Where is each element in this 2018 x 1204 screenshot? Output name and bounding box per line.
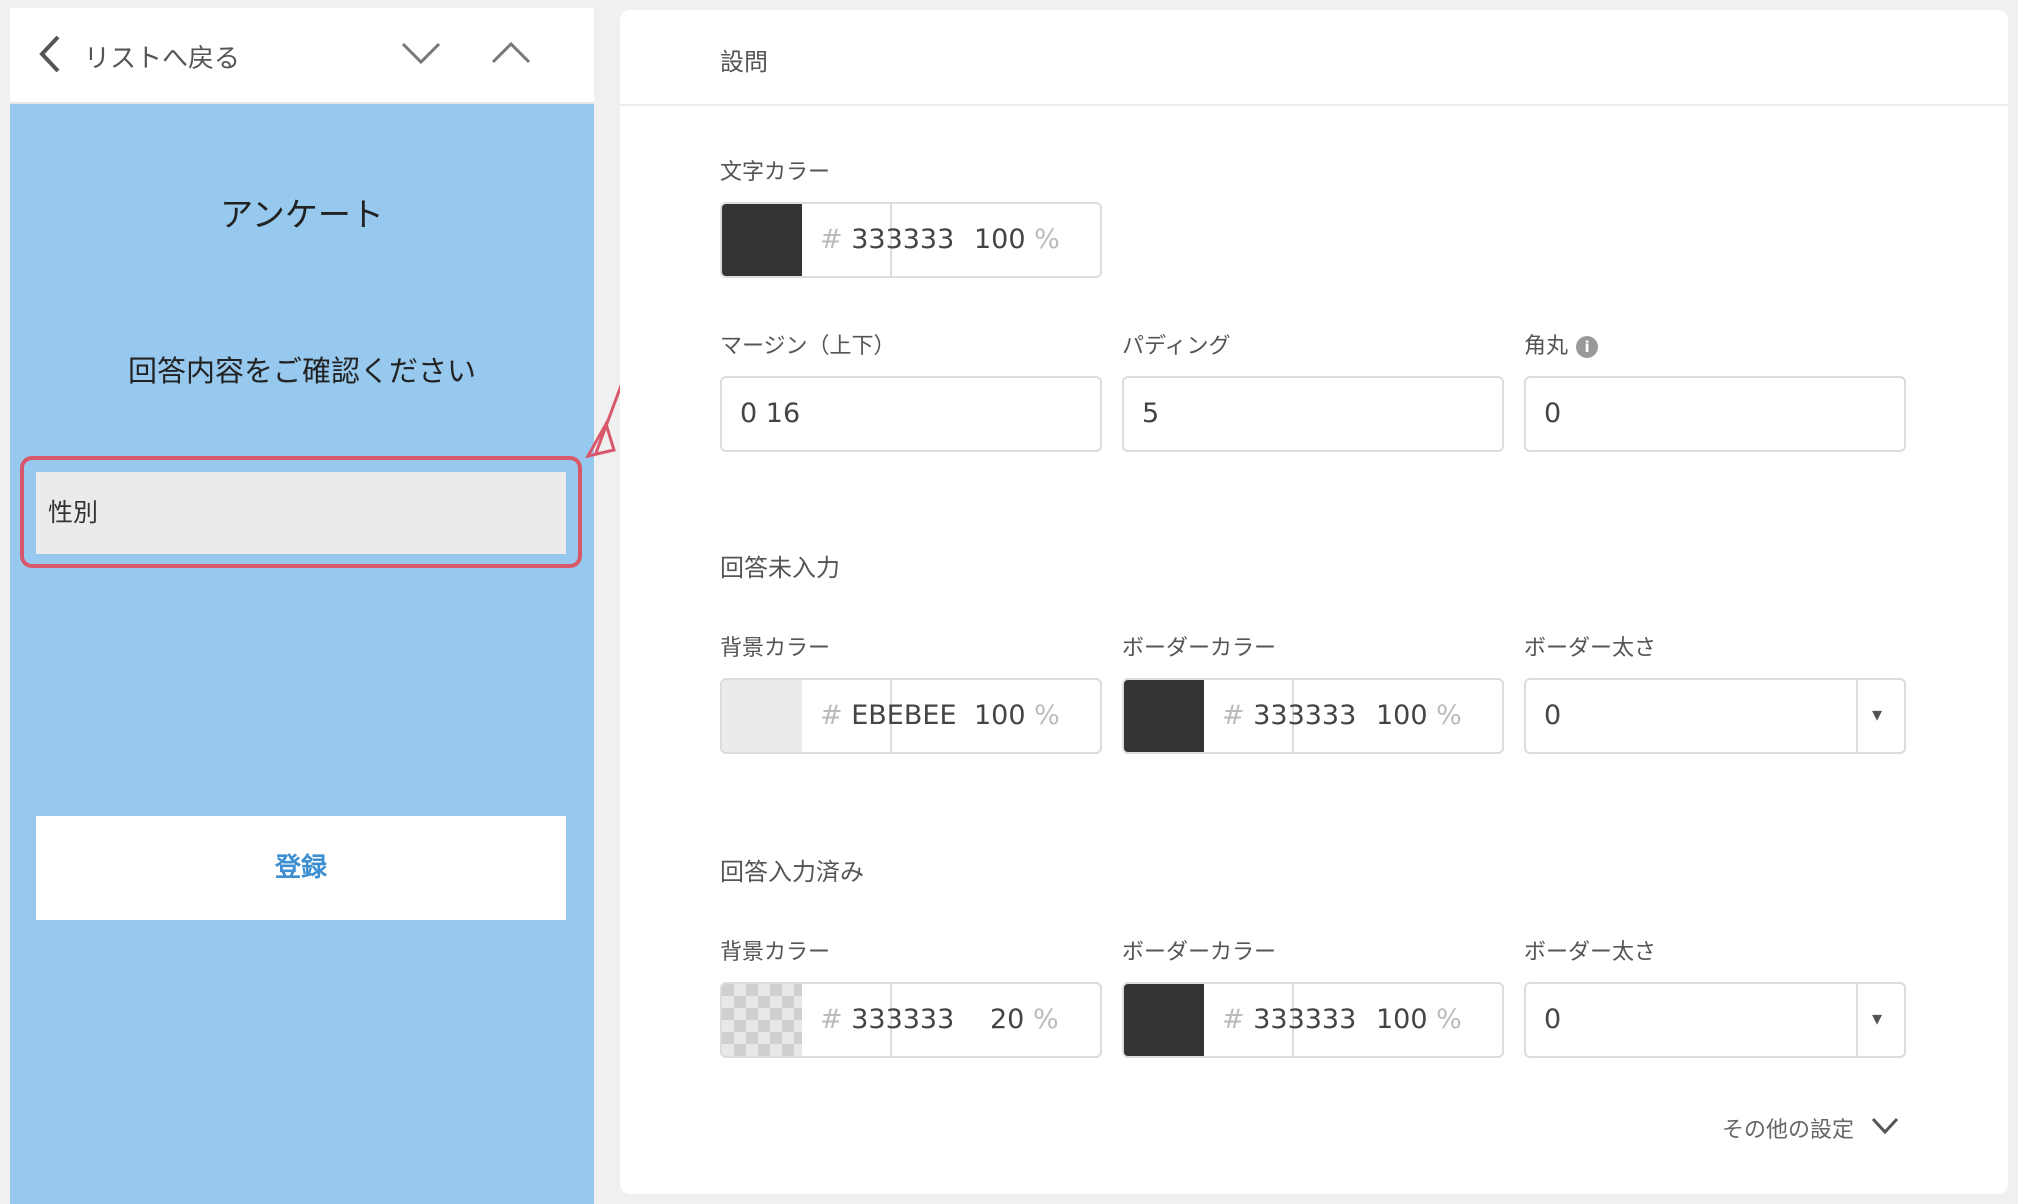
unanswered-border-hex[interactable]: # 333333: [1222, 700, 1356, 731]
answered-bg-hex[interactable]: # 333333: [820, 1004, 954, 1035]
unanswered-border-color-label: ボーダーカラー: [1122, 636, 1277, 661]
margin-input[interactable]: 0 16: [720, 376, 1102, 452]
answered-border-width-label: ボーダー太さ: [1524, 940, 1657, 965]
text-color-opacity[interactable]: 100 %: [974, 224, 1060, 255]
text-color-label: 文字カラー: [720, 160, 831, 185]
answered-border-opacity[interactable]: 100 %: [1376, 1004, 1462, 1035]
unanswered-bg-opacity[interactable]: 100 %: [974, 700, 1060, 731]
highlight-frame: [20, 456, 582, 568]
answered-bg-label: 背景カラー: [720, 940, 831, 965]
radius-value: 0: [1544, 398, 1562, 429]
radius-input[interactable]: 0: [1524, 376, 1906, 452]
divider: [1856, 680, 1858, 752]
register-button[interactable]: 登録: [36, 816, 566, 920]
back-to-list-link[interactable]: リストへ戻る: [84, 38, 240, 75]
answered-border-color-label: ボーダーカラー: [1122, 940, 1277, 965]
unanswered-border-color-picker[interactable]: # 333333 100 %: [1122, 678, 1504, 754]
margin-value: 0 16: [740, 398, 801, 429]
answered-border-swatch[interactable]: [1124, 984, 1204, 1056]
answered-border-hex[interactable]: # 333333: [1222, 1004, 1356, 1035]
text-color-hex[interactable]: # 333333: [820, 224, 954, 255]
other-settings-toggle[interactable]: その他の設定: [1722, 1112, 1854, 1144]
unanswered-border-swatch[interactable]: [1124, 680, 1204, 752]
margin-label: マージン（上下）: [720, 334, 896, 359]
chevron-up-icon[interactable]: [490, 40, 532, 66]
dropdown-arrow-icon[interactable]: ▾: [1872, 702, 1882, 726]
padding-label: パディング: [1122, 334, 1231, 359]
unanswered-bg-label: 背景カラー: [720, 636, 831, 661]
other-settings-label: その他の設定: [1722, 1118, 1855, 1143]
divider: [1856, 984, 1858, 1056]
text-color-picker[interactable]: # 333333 100 %: [720, 202, 1102, 278]
text-color-swatch[interactable]: [722, 204, 802, 276]
unanswered-bg-picker[interactable]: # EBEBEE 100 %: [720, 678, 1102, 754]
answered-bg-swatch[interactable]: [722, 984, 802, 1056]
confirm-message: 回答内容をご確認ください: [127, 354, 476, 388]
dropdown-arrow-icon[interactable]: ▾: [1872, 1006, 1882, 1030]
padding-input[interactable]: 5: [1122, 376, 1504, 452]
info-icon[interactable]: i: [1576, 336, 1599, 358]
unanswered-bg-swatch[interactable]: [722, 680, 802, 752]
unanswered-section-title: 回答未入力: [720, 554, 840, 582]
answered-section-title: 回答入力済み: [720, 858, 864, 886]
answered-bg-picker[interactable]: # 333333 20 %: [720, 982, 1102, 1058]
answered-bg-opacity[interactable]: 20 %: [990, 1004, 1059, 1035]
answered-border-width-select[interactable]: 0 ▾: [1524, 982, 1906, 1058]
radius-label: 角丸 i: [1524, 328, 1599, 360]
chevron-down-icon[interactable]: [1870, 1116, 1900, 1136]
answered-border-width-value: 0: [1544, 1004, 1562, 1035]
unanswered-border-width-label: ボーダー太さ: [1524, 636, 1657, 661]
settings-header: [620, 10, 2008, 106]
settings-title: 設問: [720, 48, 768, 76]
unanswered-border-width-select[interactable]: 0 ▾: [1524, 678, 1906, 754]
unanswered-border-opacity[interactable]: 100 %: [1376, 700, 1462, 731]
survey-title: アンケート: [220, 195, 384, 234]
padding-value: 5: [1142, 398, 1160, 429]
unanswered-bg-hex[interactable]: # EBEBEE: [820, 700, 957, 731]
unanswered-border-width-value: 0: [1544, 700, 1562, 731]
chevron-down-icon[interactable]: [400, 40, 442, 66]
chevron-left-icon[interactable]: [38, 34, 62, 74]
answered-border-color-picker[interactable]: # 333333 100 %: [1122, 982, 1504, 1058]
